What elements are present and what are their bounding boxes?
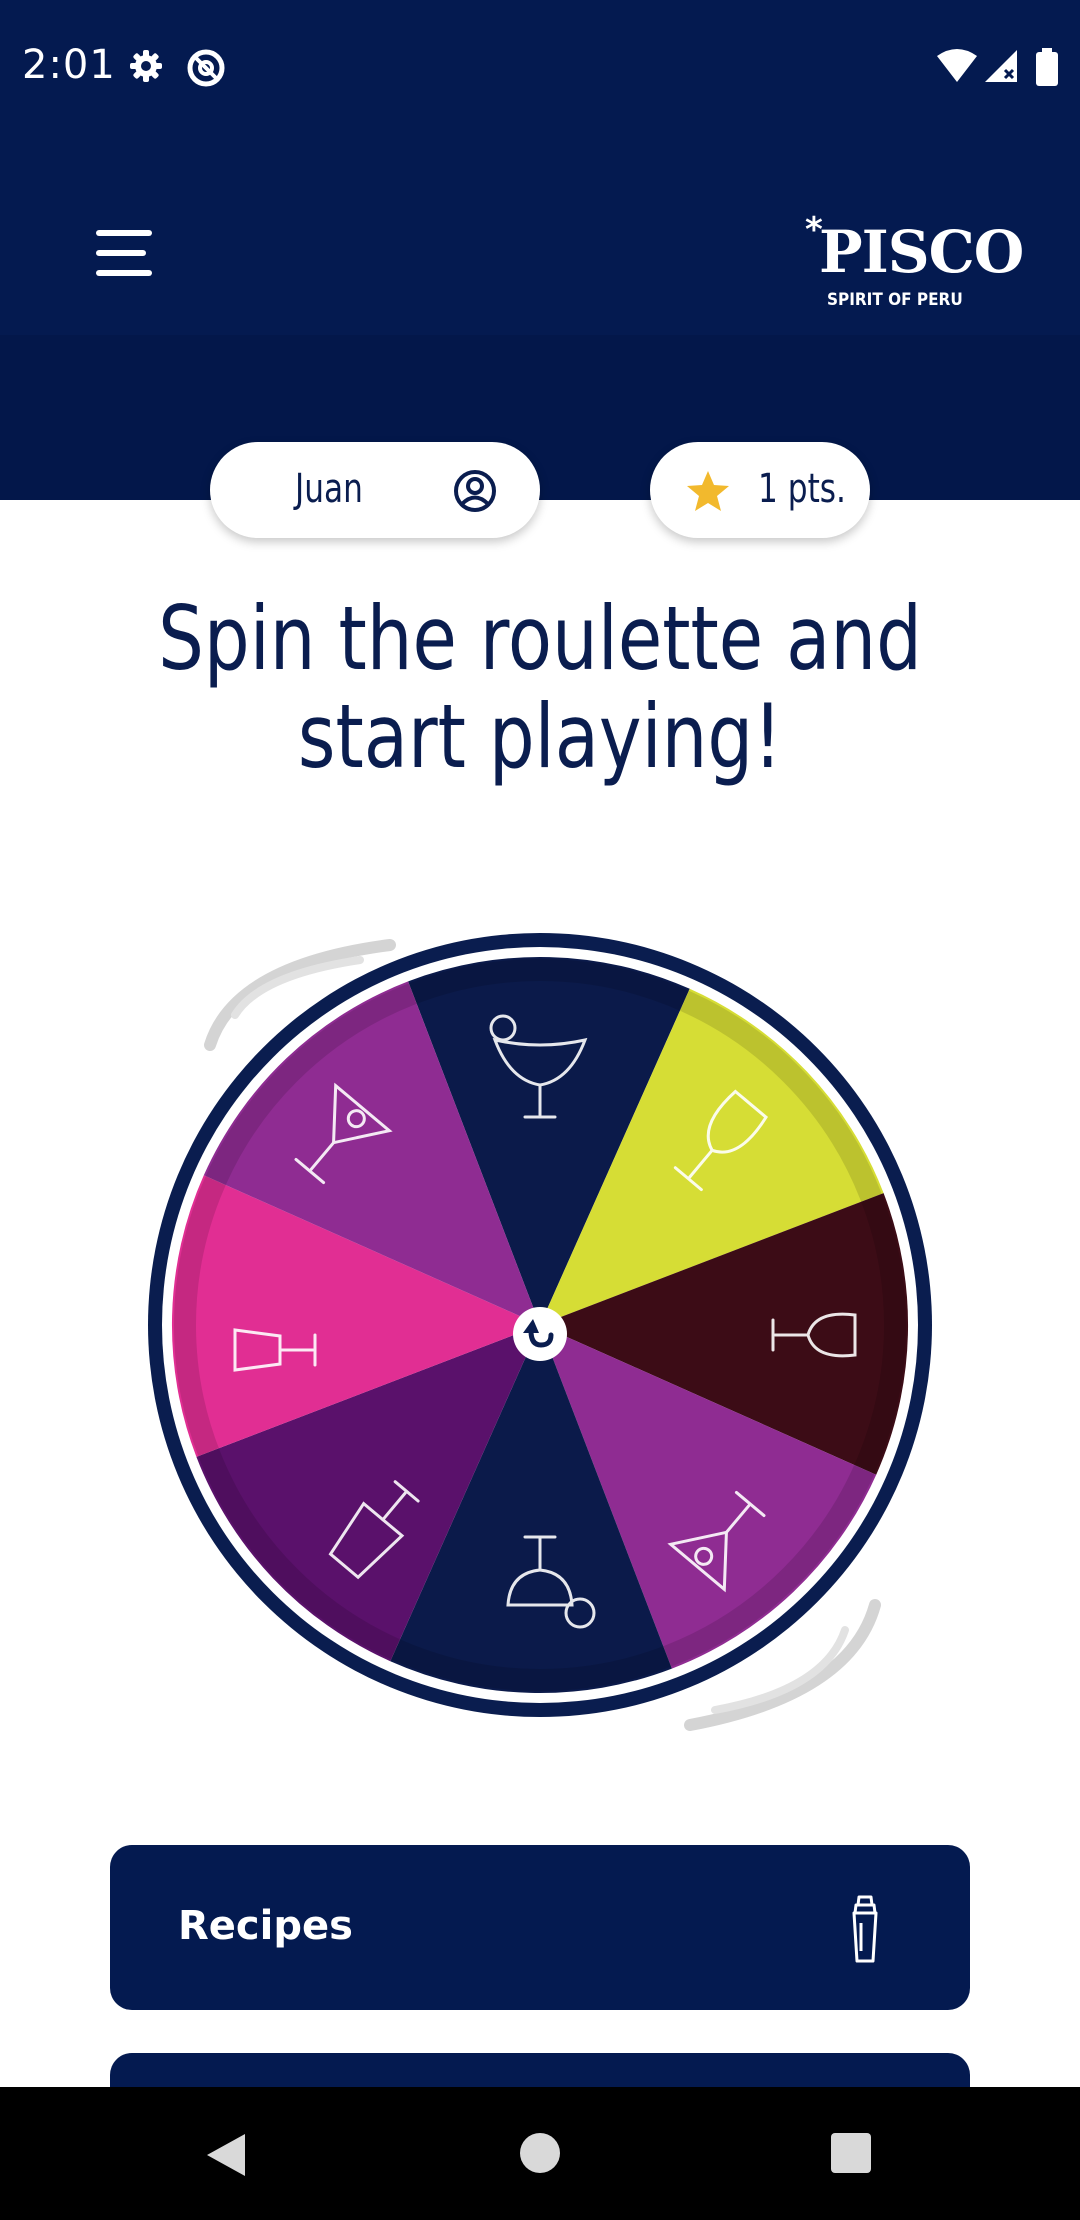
user-name: Juan: [295, 466, 363, 512]
app-header: * PISCO SPIRIT OF PERU: [0, 135, 1080, 500]
recents-icon: [831, 2133, 871, 2173]
recents-button[interactable]: [785, 2087, 915, 2220]
headline-line-1: Spin the roulette and: [158, 587, 922, 690]
pisco-logo: * PISCO SPIRIT OF PERU: [805, 210, 1024, 350]
logo-tagline: SPIRIT OF PERU: [827, 290, 963, 310]
spin-arrow-icon: [513, 1307, 567, 1361]
hamburger-menu-icon: [96, 230, 152, 236]
header-band: [0, 335, 1080, 500]
wifi-icon: [937, 49, 977, 82]
roulette-wheel[interactable]: [140, 905, 940, 1745]
user-profile-pill[interactable]: Juan: [210, 442, 540, 538]
headline: Spin the roulette and start playing!: [0, 590, 1080, 786]
gear-icon: [130, 50, 162, 82]
star-icon: [687, 471, 729, 511]
points-pill[interactable]: 1 pts.: [650, 442, 870, 538]
status-bar: 2:01: [0, 0, 1080, 135]
battery-icon: [1036, 48, 1058, 86]
signal-icon: [985, 50, 1017, 82]
home-icon: [520, 2133, 560, 2173]
cocktail-shaker-icon: [852, 1895, 878, 1963]
back-icon: [207, 2134, 245, 2176]
system-nav-bar: [0, 2087, 1080, 2220]
recipes-card[interactable]: Recipes: [110, 1845, 970, 2010]
spin-button[interactable]: [511, 1305, 569, 1363]
status-time: 2:01: [22, 42, 116, 88]
home-button[interactable]: [475, 2087, 605, 2220]
logo-name: PISCO: [819, 218, 1024, 286]
at-sign-icon: [187, 49, 225, 87]
user-circle-icon: [454, 470, 496, 512]
points-label: 1 pts.: [758, 466, 846, 512]
recipes-label: Recipes: [178, 1903, 353, 1949]
menu-button[interactable]: [90, 230, 154, 290]
headline-line-2: start playing!: [297, 685, 783, 788]
back-button[interactable]: [160, 2087, 290, 2220]
